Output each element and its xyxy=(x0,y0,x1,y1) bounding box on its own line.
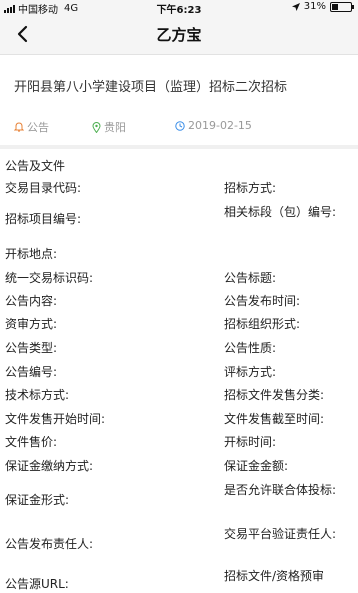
field-label: 公告内容: xyxy=(5,294,58,308)
field-label: 招标组织形式: xyxy=(224,317,301,331)
field-label: 公告性质: xyxy=(224,341,277,355)
field-label: 公告类型: xyxy=(5,341,58,355)
clock-icon xyxy=(175,120,185,131)
notice-date: 2019-02-15 xyxy=(175,119,252,132)
map-pin-icon xyxy=(92,121,101,133)
field-label: 开标时间: xyxy=(224,435,277,449)
battery-percent: 31% xyxy=(303,1,326,12)
nav-title: 乙方宝 xyxy=(156,26,202,44)
field-label: 公告发布时间: xyxy=(224,294,301,308)
section-divider xyxy=(0,145,358,149)
field-label: 招标文件/资格预审 xyxy=(224,569,325,583)
field-label: 保证金金额: xyxy=(224,459,289,473)
field-label: 交易目录代码: xyxy=(5,181,82,195)
field-label: 保证金形式: xyxy=(5,493,70,507)
field-label: 评标方式: xyxy=(224,365,277,379)
field-label: 公告发布责任人: xyxy=(5,537,94,551)
field-label: 文件发售开始时间: xyxy=(5,412,106,426)
battery-icon xyxy=(330,1,354,12)
field-label: 资审方式: xyxy=(5,317,58,331)
notice-date-label: 2019-02-15 xyxy=(188,119,252,132)
notice-location-label: 贵阳 xyxy=(104,121,126,134)
battery-fill xyxy=(332,3,338,10)
status-right: 31% xyxy=(291,1,354,12)
field-label: 保证金缴纳方式: xyxy=(5,459,94,473)
field-label: 相关标段（包）编号: xyxy=(224,205,337,219)
field-label: 公告源URL: xyxy=(5,577,69,591)
field-label: 文件售价: xyxy=(5,435,58,449)
field-label: 招标方式: xyxy=(224,181,277,195)
field-label: 统一交易标识码: xyxy=(5,271,94,285)
field-label: 交易平台验证责任人: xyxy=(224,527,337,541)
status-bar: 中国移动 4G 下午6:23 31% xyxy=(0,0,358,16)
section-title: 公告及文件 xyxy=(5,159,66,173)
notice-title: 开阳县第八小学建设项目（监理）招标二次招标 xyxy=(14,80,288,95)
field-label: 文件发售截至时间: xyxy=(224,412,325,426)
field-label: 开标地点: xyxy=(5,247,58,261)
field-label: 技术标方式: xyxy=(5,388,70,402)
bell-icon xyxy=(14,122,24,132)
notice-type: 公告 xyxy=(14,119,49,135)
field-label: 招标项目编号: xyxy=(5,212,82,226)
navigation-bar: 乙方宝 xyxy=(0,14,358,55)
field-label: 公告标题: xyxy=(224,271,277,285)
notice-type-label: 公告 xyxy=(27,121,49,134)
notice-location: 贵阳 xyxy=(92,119,126,135)
location-arrow-icon xyxy=(291,2,300,11)
field-label: 公告编号: xyxy=(5,365,58,379)
field-label: 是否允许联合体投标: xyxy=(224,483,337,497)
field-label: 招标文件发售分类: xyxy=(224,388,325,402)
